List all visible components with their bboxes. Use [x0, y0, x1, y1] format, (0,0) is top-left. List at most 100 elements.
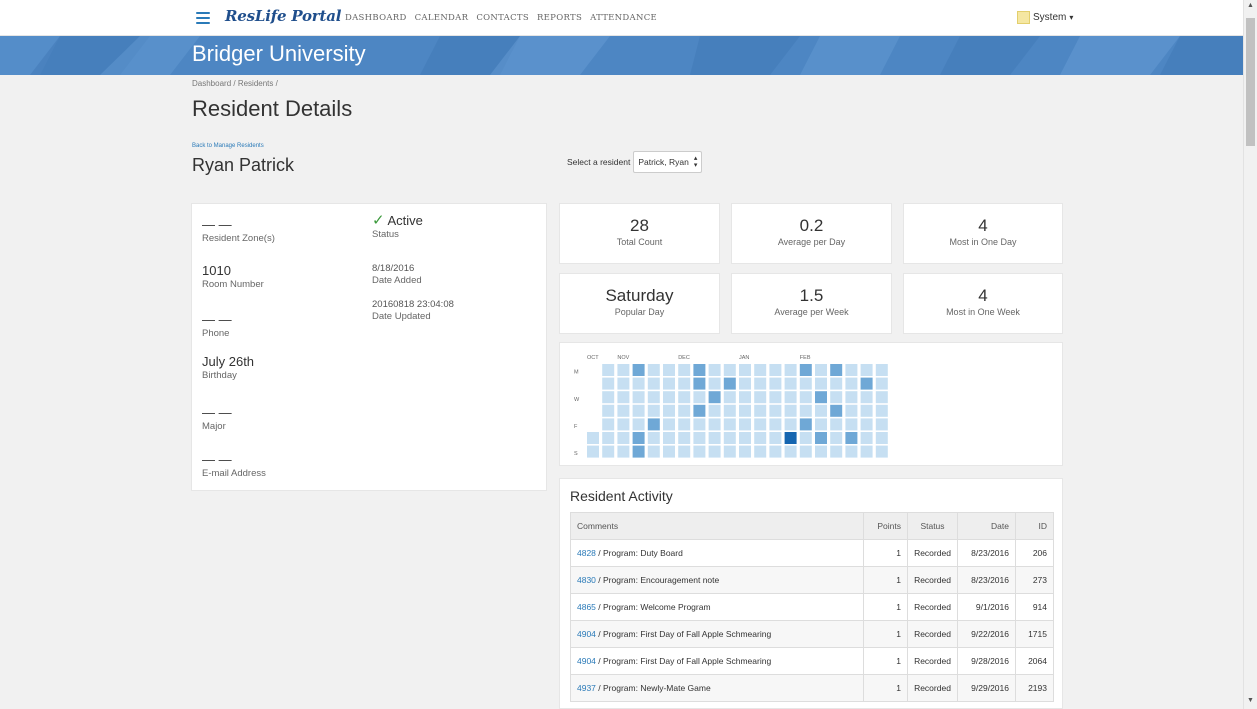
program-id-link[interactable]: 4828 — [577, 548, 596, 558]
heatmap-cell[interactable] — [754, 404, 767, 417]
heatmap-cell[interactable] — [784, 377, 797, 390]
heatmap-cell[interactable] — [708, 391, 721, 404]
col-comments[interactable]: Comments — [570, 512, 864, 540]
heatmap-cell[interactable] — [678, 391, 691, 404]
heatmap-cell[interactable] — [617, 377, 630, 390]
heatmap-cell[interactable] — [602, 404, 615, 417]
heatmap-cell[interactable] — [875, 432, 888, 444]
heatmap-cell[interactable] — [587, 445, 599, 458]
heatmap-cell[interactable] — [647, 364, 660, 376]
heatmap-cell[interactable] — [769, 391, 782, 404]
heatmap-cell[interactable] — [845, 418, 858, 431]
heatmap-cell[interactable] — [875, 418, 888, 431]
heatmap-cell[interactable] — [708, 377, 721, 390]
resident-select[interactable]: Patrick, Ryan ▴ ▾ — [633, 151, 703, 173]
heatmap-cell[interactable] — [708, 432, 721, 444]
program-id-link[interactable]: 4830 — [577, 575, 596, 585]
heatmap-cell[interactable] — [708, 404, 721, 417]
scroll-up-icon[interactable]: ▲ — [1247, 2, 1254, 9]
heatmap-cell[interactable] — [602, 445, 615, 458]
heatmap-cell[interactable] — [830, 445, 843, 458]
heatmap-cell[interactable] — [632, 432, 645, 444]
heatmap-cell[interactable] — [708, 364, 721, 376]
heatmap-cell[interactable] — [769, 404, 782, 417]
heatmap-cell[interactable] — [602, 377, 615, 390]
heatmap-cell[interactable] — [693, 432, 706, 444]
heatmap-cell[interactable] — [830, 432, 843, 444]
heatmap-cell[interactable] — [815, 432, 827, 444]
heatmap-cell[interactable] — [754, 377, 767, 390]
heatmap-cell[interactable] — [860, 364, 873, 376]
heatmap-cell[interactable] — [860, 404, 873, 417]
heatmap-cell[interactable] — [663, 404, 675, 417]
heatmap-cell[interactable] — [617, 445, 630, 458]
heatmap-cell[interactable] — [617, 391, 630, 404]
heatmap-cell[interactable] — [693, 391, 706, 404]
heatmap-cell[interactable] — [663, 364, 675, 376]
heatmap-cell[interactable] — [708, 445, 721, 458]
heatmap-cell[interactable] — [845, 432, 858, 444]
heatmap-cell[interactable] — [754, 391, 767, 404]
heatmap-cell[interactable] — [647, 391, 660, 404]
heatmap-cell[interactable] — [875, 377, 888, 390]
heatmap-cell[interactable] — [617, 364, 630, 376]
program-id-link[interactable]: 4904 — [577, 629, 596, 639]
col-id[interactable]: ID — [1015, 512, 1054, 540]
heatmap-cell[interactable] — [784, 364, 797, 376]
nav-link-dashboard[interactable]: DASHBOARD — [345, 13, 407, 23]
heatmap-cell[interactable] — [754, 364, 767, 376]
heatmap-cell[interactable] — [739, 377, 751, 390]
heatmap-cell[interactable] — [602, 418, 615, 431]
heatmap-cell[interactable] — [799, 432, 812, 444]
heatmap-cell[interactable] — [875, 445, 888, 458]
heatmap-cell[interactable] — [617, 418, 630, 431]
heatmap-cell[interactable] — [769, 377, 782, 390]
heatmap-cell[interactable] — [784, 391, 797, 404]
heatmap-cell[interactable] — [739, 364, 751, 376]
heatmap-cell[interactable] — [754, 445, 767, 458]
heatmap-cell[interactable] — [632, 418, 645, 431]
heatmap-cell[interactable] — [617, 432, 630, 444]
heatmap-cell[interactable] — [602, 364, 615, 376]
heatmap-cell[interactable] — [830, 364, 843, 376]
page-scrollbar[interactable]: ▲ ▼ — [1243, 0, 1257, 709]
heatmap-cell[interactable] — [845, 377, 858, 390]
program-id-link[interactable]: 4904 — [577, 656, 596, 666]
heatmap-cell[interactable] — [602, 391, 615, 404]
heatmap-cell[interactable] — [860, 377, 873, 390]
heatmap-cell[interactable] — [632, 364, 645, 376]
heatmap-cell[interactable] — [739, 418, 751, 431]
heatmap-cell[interactable] — [875, 364, 888, 376]
heatmap-cell[interactable] — [663, 418, 675, 431]
heatmap-cell[interactable] — [647, 445, 660, 458]
heatmap-cell[interactable] — [860, 418, 873, 431]
heatmap-cell[interactable] — [799, 364, 812, 376]
heatmap-cell[interactable] — [693, 418, 706, 431]
nav-link-attendance[interactable]: ATTENDANCE — [590, 13, 657, 23]
heatmap-cell[interactable] — [723, 404, 736, 417]
heatmap-cell[interactable] — [875, 404, 888, 417]
heatmap-cell[interactable] — [632, 377, 645, 390]
heatmap-cell[interactable] — [815, 445, 827, 458]
user-menu[interactable]: System ▾ — [1017, 11, 1073, 24]
col-status[interactable]: Status — [907, 512, 958, 540]
heatmap-cell[interactable] — [693, 377, 706, 390]
heatmap-cell[interactable] — [830, 404, 843, 417]
brand-logo[interactable]: ResLife Portal — [225, 7, 341, 25]
scroll-thumb[interactable] — [1246, 18, 1255, 146]
heatmap-cell[interactable] — [815, 377, 827, 390]
heatmap-cell[interactable] — [663, 377, 675, 390]
heatmap-cell[interactable] — [754, 432, 767, 444]
heatmap-cell[interactable] — [723, 391, 736, 404]
heatmap-cell[interactable] — [830, 377, 843, 390]
heatmap-cell[interactable] — [799, 445, 812, 458]
heatmap-cell[interactable] — [815, 404, 827, 417]
col-date[interactable]: Date — [957, 512, 1016, 540]
heatmap-cell[interactable] — [647, 432, 660, 444]
heatmap-cell[interactable] — [769, 364, 782, 376]
heatmap-cell[interactable] — [678, 445, 691, 458]
heatmap-cell[interactable] — [647, 418, 660, 431]
heatmap-cell[interactable] — [784, 432, 797, 444]
heatmap-cell[interactable] — [739, 445, 751, 458]
heatmap-cell[interactable] — [693, 445, 706, 458]
